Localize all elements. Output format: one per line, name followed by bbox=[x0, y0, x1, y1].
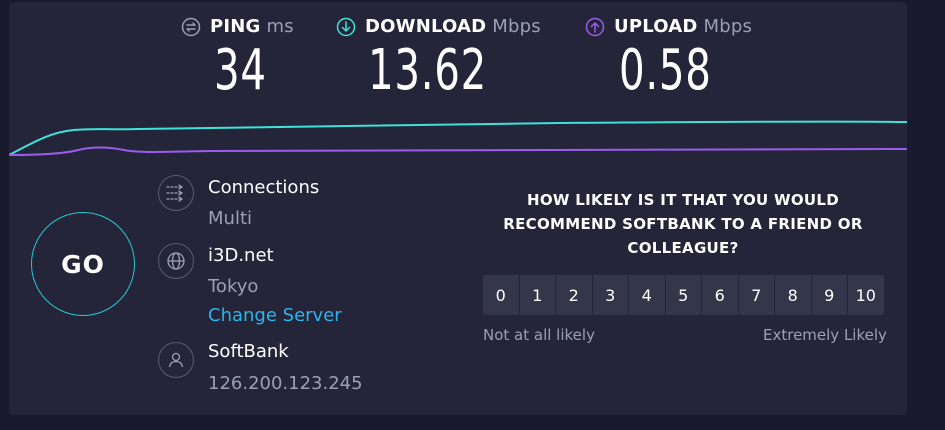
go-button[interactable]: GO bbox=[31, 212, 135, 316]
connections-icon bbox=[158, 175, 194, 211]
upload-unit: Mbps bbox=[703, 16, 753, 37]
connections-value: Multi bbox=[208, 208, 252, 229]
scale-option-8[interactable]: 8 bbox=[775, 275, 811, 315]
download-unit: Mbps bbox=[492, 16, 541, 37]
upload-graph-line bbox=[9, 146, 907, 156]
download-arrow-icon bbox=[336, 17, 356, 36]
scale-low-label: Not at all likely bbox=[483, 326, 595, 344]
download-metric: DOWNLOAD Mbps 13.62 bbox=[336, 16, 541, 99]
scale-option-7[interactable]: 7 bbox=[738, 275, 774, 315]
survey-question: HOW LIKELY IS IT THAT YOU WOULD RECOMMEN… bbox=[503, 191, 863, 257]
go-button-label: GO bbox=[61, 249, 105, 279]
upload-metric: UPLOAD Mbps 0.58 bbox=[585, 16, 752, 99]
scale-option-4[interactable]: 4 bbox=[629, 275, 665, 315]
ping-metric: PING ms 34 bbox=[181, 16, 294, 99]
ping-label: PING bbox=[210, 16, 261, 37]
scale-option-1[interactable]: 1 bbox=[519, 275, 555, 315]
scale-option-3[interactable]: 3 bbox=[592, 275, 628, 315]
provider-name: SoftBank bbox=[208, 341, 289, 362]
upload-label: UPLOAD bbox=[614, 16, 698, 37]
ping-icon bbox=[181, 17, 201, 36]
scale-option-5[interactable]: 5 bbox=[665, 275, 701, 315]
connections-title: Connections bbox=[208, 177, 320, 198]
upload-arrow-icon bbox=[585, 17, 605, 36]
download-value: 13.62 bbox=[368, 38, 488, 103]
scale-option-0[interactable]: 0 bbox=[483, 275, 519, 315]
scale-high-label: Extremely Likely bbox=[763, 326, 887, 344]
nps-scale: 0 1 2 3 4 5 6 7 8 9 10 bbox=[483, 275, 884, 315]
scale-option-10[interactable]: 10 bbox=[848, 275, 884, 315]
change-server-link[interactable]: Change Server bbox=[208, 305, 342, 326]
scale-option-6[interactable]: 6 bbox=[702, 275, 738, 315]
upload-value: 0.58 bbox=[619, 38, 712, 103]
ping-value: 34 bbox=[214, 38, 267, 103]
speed-graph bbox=[9, 120, 907, 156]
server-location: Tokyo bbox=[208, 276, 259, 297]
globe-icon bbox=[158, 243, 194, 279]
provider-ip: 126.200.123.245 bbox=[208, 373, 363, 394]
server-name: i3D.net bbox=[208, 245, 274, 266]
user-icon bbox=[158, 342, 194, 378]
ping-unit: ms bbox=[266, 16, 294, 37]
scale-option-2[interactable]: 2 bbox=[556, 275, 592, 315]
scale-option-9[interactable]: 9 bbox=[811, 275, 847, 315]
download-label: DOWNLOAD bbox=[365, 16, 487, 37]
